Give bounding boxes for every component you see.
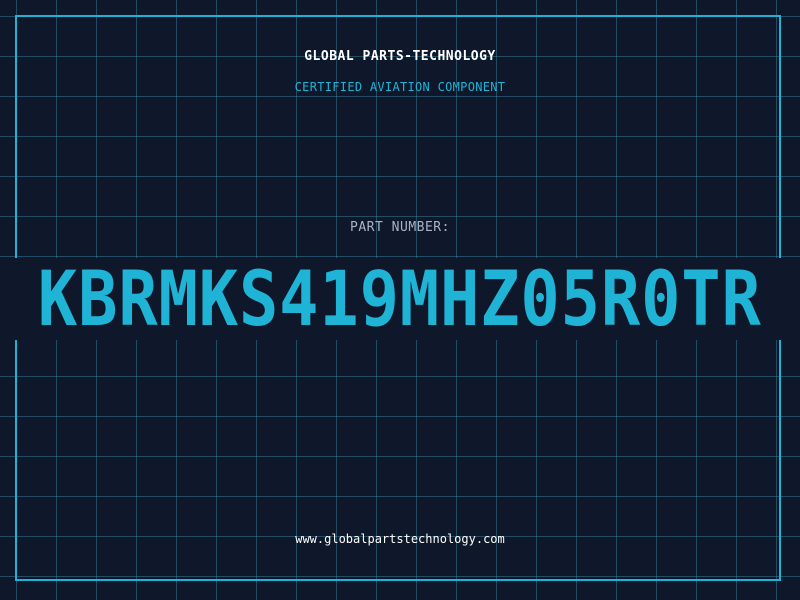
part-number-value: KBRMKS419MHZ05R0TR — [38, 258, 762, 340]
part-number-label: PART NUMBER: — [350, 220, 450, 235]
tagline: CERTIFIED AVIATION COMPONENT — [294, 80, 506, 94]
part-number-band: KBRMKS419MHZ05R0TR — [0, 258, 800, 340]
website-link[interactable]: www.globalpartstechnology.com — [0, 532, 800, 546]
company-name: GLOBAL PARTS-TECHNOLOGY — [304, 49, 496, 64]
